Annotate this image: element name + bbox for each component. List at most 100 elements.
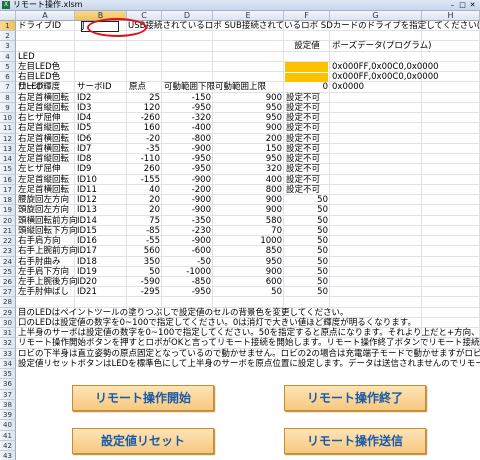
row-header[interactable]: 31 [0,328,16,339]
servo-setting-value[interactable]: 設定不可 [286,144,320,154]
column-header[interactable]: H [422,11,480,21]
row-header[interactable]: 25 [0,266,16,277]
row-header[interactable]: 16 [0,174,16,185]
servo-origin: -55 [146,236,160,247]
servo-lower-limit: -900 [191,205,211,216]
select-all-corner[interactable] [0,11,16,21]
row-header[interactable]: 9 [0,102,16,114]
servo-lower-limit: -800 [191,133,211,144]
row-header[interactable]: 40 [0,420,16,431]
remote-end-button[interactable]: リモート操作終了 [284,385,426,411]
row-header[interactable]: 21 [0,225,16,237]
row-header[interactable]: 3 [0,41,16,52]
remote-start-button[interactable]: リモート操作開始 [72,385,214,411]
servo-setting-value[interactable]: 50 [284,246,328,256]
right-eye-color-cell[interactable] [285,72,328,82]
servo-upper-limit: 1000 [260,236,282,247]
servo-lower-limit: -900 [191,174,211,185]
row-header[interactable]: 28 [0,297,16,308]
servo-setting-value[interactable]: 50 [284,277,328,287]
row-header[interactable]: 26 [0,277,16,288]
row-header[interactable]: 2 [0,31,16,42]
servo-setting-value[interactable]: 50 [284,236,328,246]
close-icon[interactable]: ✕ [468,1,477,9]
column-header[interactable]: A [16,11,75,21]
servo-setting-value[interactable]: 設定不可 [286,134,320,144]
servo-setting-value[interactable]: 設定不可 [286,175,320,185]
left-eye-color-cell[interactable] [285,62,328,72]
servo-setting-value[interactable]: 設定不可 [286,154,320,164]
row-header[interactable]: 39 [0,410,16,421]
row-header[interactable]: 29 [0,307,16,318]
row-header[interactable]: 10 [0,113,16,124]
row-header[interactable]: 13 [0,143,16,155]
servo-id: ID8 [77,154,92,165]
servo-setting-value[interactable]: 設定不可 [286,103,320,113]
servo-setting-value[interactable]: 設定不可 [286,164,320,174]
column-header[interactable]: D [162,11,213,21]
row-header[interactable]: 36 [0,379,16,390]
row-header[interactable]: 33 [0,348,16,359]
servo-setting-value[interactable]: 50 [284,267,328,277]
reset-settings-button[interactable]: 設定値リセット [72,428,214,454]
row-header[interactable]: 17 [0,184,16,196]
maximize-icon[interactable]: □ [458,1,467,9]
pose-data-cell: 0x000FF,0x00C0,0x0000 [332,72,439,83]
servo-setting-value[interactable]: 設定不可 [286,113,320,123]
row-header[interactable]: 18 [0,195,16,206]
servo-setting-value[interactable]: 50 [284,287,328,297]
servo-lower-limit: -150 [191,92,211,103]
servo-setting-value[interactable]: 設定不可 [286,185,320,195]
remote-send-button[interactable]: リモート操作送信 [284,428,426,454]
row-header[interactable]: 42 [0,440,16,452]
servo-origin: -20 [146,133,160,144]
row-header[interactable]: 43 [0,451,16,460]
row-header[interactable]: 8 [0,92,16,103]
servo-id: ID7 [77,143,92,154]
servo-name: 左ヒザ屈伸 [18,164,61,175]
row-header[interactable]: 6 [0,72,16,83]
row-header[interactable]: 1 [0,21,16,32]
mouth-led-value[interactable]: 0 [284,82,328,92]
row-header[interactable]: 11 [0,123,16,134]
row-header[interactable]: 5 [0,61,16,73]
row-header[interactable]: 32 [0,338,16,349]
row-header[interactable]: 14 [0,154,16,165]
row-header[interactable]: 34 [0,358,16,370]
servo-name: 右足首横回転 [18,133,70,144]
row-header[interactable]: 37 [0,389,16,400]
row-header[interactable]: 27 [0,287,16,298]
row-header[interactable]: 12 [0,133,16,144]
servo-upper-limit: 950 [265,113,282,124]
row-header[interactable]: 20 [0,215,16,226]
servo-lower-limit: -600 [191,246,211,257]
servo-upper-limit: 900 [265,195,282,206]
row-header[interactable]: 35 [0,369,16,380]
row-header[interactable]: 15 [0,164,16,175]
servo-setting-value[interactable]: 設定不可 [286,93,320,103]
servo-upper-limit: 950 [265,154,282,165]
servo-lower-limit: -950 [191,154,211,165]
column-header[interactable]: E [213,11,284,21]
minimize-icon[interactable]: – [448,1,457,9]
servo-id: ID6 [77,133,92,144]
row-header[interactable]: 38 [0,399,16,411]
row-header[interactable]: 30 [0,317,16,329]
row-header[interactable]: 4 [0,51,16,62]
row-header[interactable]: 7 [0,82,16,93]
column-header[interactable]: G [330,11,422,21]
row-header[interactable]: 24 [0,256,16,267]
column-header[interactable]: F [284,11,330,21]
row-header[interactable]: 41 [0,430,16,441]
servo-setting-value[interactable]: 50 [284,226,328,236]
servo-header-origin: 原点 [129,82,147,93]
servo-setting-value[interactable]: 50 [284,257,328,267]
servo-setting-value[interactable]: 50 [284,195,328,205]
right-eye-led-label: 右目LED色 [18,72,61,83]
row-header[interactable]: 22 [0,236,16,247]
row-header[interactable]: 23 [0,246,16,257]
servo-setting-value[interactable]: 50 [284,205,328,215]
servo-setting-value[interactable]: 50 [284,216,328,226]
row-header[interactable]: 19 [0,205,16,216]
servo-setting-value[interactable]: 設定不可 [286,123,320,133]
